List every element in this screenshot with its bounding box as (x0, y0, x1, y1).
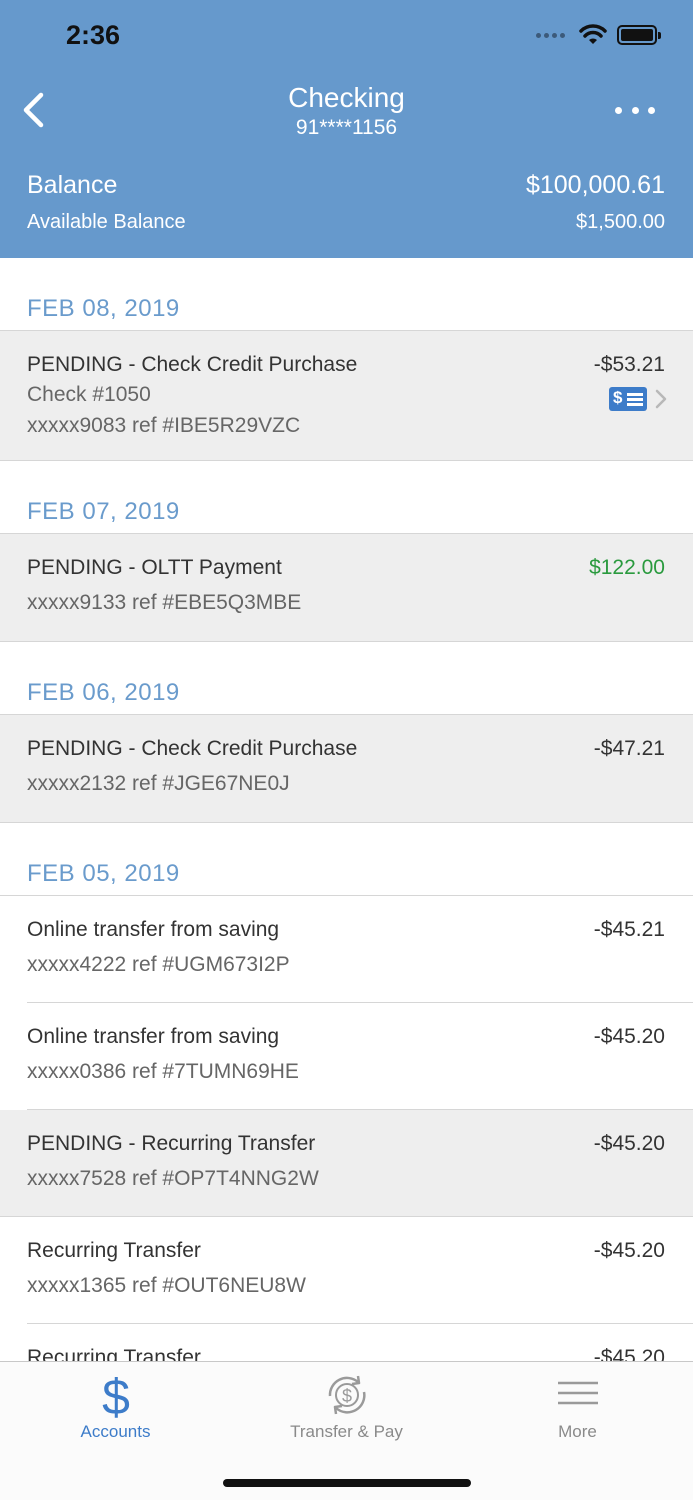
dot-icon (615, 106, 622, 114)
transaction-description: PENDING - Recurring Transfer (27, 1132, 316, 1155)
available-balance-label: Available Balance (27, 211, 186, 233)
tab-accounts[interactable]: $ Accounts (0, 1362, 231, 1452)
transaction-row[interactable]: Recurring Transfer -$45.20 (0, 1324, 693, 1361)
transaction-amount: -$45.20 (593, 1132, 665, 1155)
transaction-row[interactable]: Online transfer from saving xxxxx4222 re… (0, 896, 693, 1003)
tab-transfer-pay[interactable]: $ Transfer & Pay (231, 1362, 462, 1452)
status-indicators (536, 24, 661, 46)
wifi-icon (579, 24, 607, 44)
transaction-row[interactable]: PENDING - Check Credit Purchase Check #1… (0, 331, 693, 461)
transaction-reference: xxxxx7528 ref #OP7T4NNG2W (27, 1167, 319, 1190)
tab-label: Transfer & Pay (290, 1422, 403, 1441)
transaction-reference: xxxxx0386 ref #7TUMN69HE (27, 1060, 299, 1083)
transaction-description: Online transfer from saving (27, 918, 280, 941)
more-options-button[interactable] (615, 100, 655, 120)
tab-more[interactable]: More (462, 1362, 693, 1452)
battery-icon (617, 25, 661, 45)
transaction-reference: xxxxx9083 ref #IBE5R29VZC (27, 414, 301, 437)
transaction-amount: -$47.21 (593, 737, 665, 760)
date-header: FEB 07, 2019 (0, 461, 693, 534)
menu-icon (558, 1381, 598, 1405)
transfer-pay-icon: $ (328, 1375, 366, 1415)
page-title: Checking (288, 82, 405, 113)
transaction-amount: -$45.20 (593, 1346, 665, 1361)
transaction-amount: -$45.20 (593, 1239, 665, 1262)
check-number: Check #1050 (27, 383, 151, 406)
date-header: FEB 06, 2019 (0, 642, 693, 715)
transaction-row[interactable]: Recurring Transfer xxxxx1365 ref #OUT6NE… (0, 1217, 693, 1324)
balance-value: $100,000.61 (525, 171, 665, 199)
account-header: 2:36 Checking 91****1156 Balance $100,00… (0, 0, 693, 258)
check-image-link[interactable]: $ (609, 387, 667, 411)
transaction-description: Recurring Transfer (27, 1239, 201, 1262)
transaction-description: Online transfer from saving (27, 1025, 280, 1048)
transaction-description: PENDING - OLTT Payment (27, 556, 282, 579)
dot-icon (648, 106, 655, 114)
dollar-icon: $ (102, 1370, 130, 1418)
transaction-amount: -$53.21 (593, 353, 665, 376)
tab-label: More (558, 1422, 597, 1441)
transaction-reference: xxxxx4222 ref #UGM673I2P (27, 953, 290, 976)
home-indicator[interactable] (223, 1479, 471, 1487)
transaction-row[interactable]: PENDING - Recurring Transfer xxxxx7528 r… (0, 1110, 693, 1217)
dot-icon (631, 106, 639, 114)
transaction-reference: xxxxx9133 ref #EBE5Q3MBE (27, 591, 302, 614)
status-time: 2:36 (66, 20, 121, 50)
date-header: FEB 08, 2019 (0, 258, 693, 331)
transaction-list[interactable]: FEB 08, 2019 PENDING - Check Credit Purc… (0, 258, 693, 1361)
check-image-icon: $ (609, 387, 647, 411)
signal-icon (536, 32, 565, 38)
transaction-reference: xxxxx2132 ref #JGE67NE0J (27, 772, 290, 795)
available-balance-value: $1,500.00 (576, 211, 665, 233)
transaction-row[interactable]: Online transfer from saving xxxxx0386 re… (0, 1003, 693, 1110)
transaction-amount: -$45.20 (593, 1025, 665, 1048)
transaction-reference: xxxxx1365 ref #OUT6NEU8W (27, 1274, 306, 1297)
date-header: FEB 05, 2019 (0, 823, 693, 896)
chevron-right-icon (655, 389, 667, 409)
transaction-amount: -$45.21 (593, 918, 665, 941)
transaction-description: PENDING - Check Credit Purchase (27, 353, 358, 376)
balance-label: Balance (27, 171, 118, 199)
tab-bar: $ Accounts $ Transfer & Pay More (0, 1361, 693, 1500)
tab-label: Accounts (80, 1422, 151, 1441)
transaction-description: PENDING - Check Credit Purchase (27, 737, 358, 760)
account-number: 91****1156 (295, 116, 398, 139)
transaction-amount: $122.00 (589, 556, 665, 579)
transaction-row[interactable]: PENDING - Check Credit Purchase xxxxx213… (0, 715, 693, 823)
svg-text:$: $ (342, 1386, 352, 1406)
transaction-row[interactable]: PENDING - OLTT Payment xxxxx9133 ref #EB… (0, 534, 693, 642)
svg-text:$: $ (102, 1370, 130, 1418)
transaction-description: Recurring Transfer (27, 1346, 201, 1361)
